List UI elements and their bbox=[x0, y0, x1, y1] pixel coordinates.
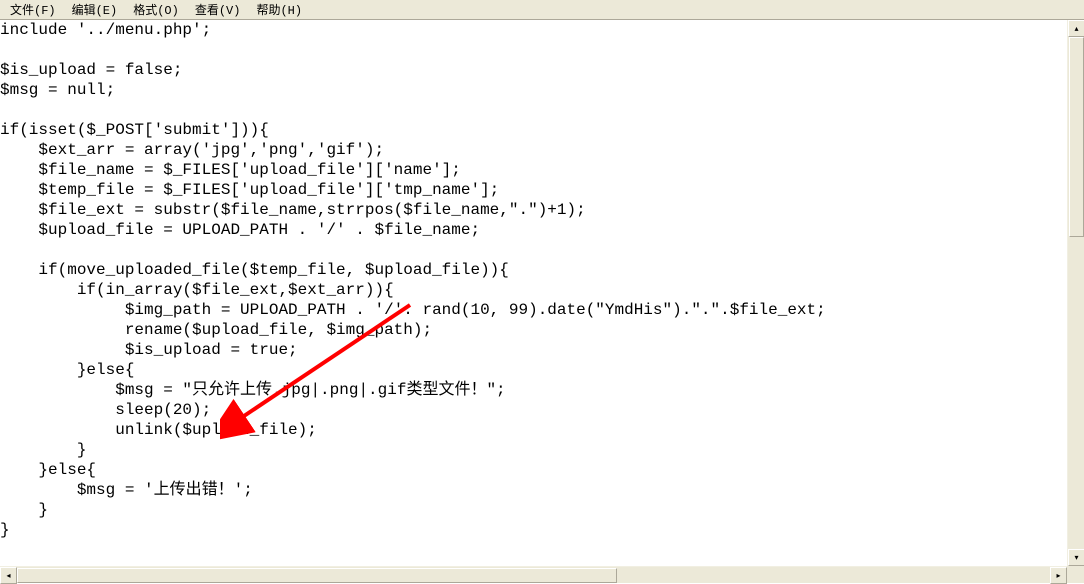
code-content[interactable]: include '../menu.php'; $is_upload = fals… bbox=[0, 20, 826, 540]
code-line: $file_ext = substr($file_name,strrpos($f… bbox=[0, 201, 586, 219]
horizontal-scroll-thumb[interactable] bbox=[17, 568, 617, 583]
code-line: } bbox=[0, 441, 86, 459]
menubar: 文件(F) 编辑(E) 格式(O) 查看(V) 帮助(H) bbox=[0, 0, 1084, 20]
code-line: $is_upload = true; bbox=[0, 341, 298, 359]
code-line: }else{ bbox=[0, 461, 96, 479]
code-line: if(isset($_POST['submit'])){ bbox=[0, 121, 269, 139]
code-line: $upload_file = UPLOAD_PATH . '/' . $file… bbox=[0, 221, 480, 239]
code-line: sleep(20); bbox=[0, 401, 211, 419]
menu-format[interactable]: 格式(O) bbox=[125, 0, 187, 20]
code-line: $msg = "只允许上传.jpg|.png|.gif类型文件！"; bbox=[0, 381, 506, 399]
code-line: if(move_uploaded_file($temp_file, $uploa… bbox=[0, 261, 509, 279]
code-line: $msg = null; bbox=[0, 81, 115, 99]
code-line: $img_path = UPLOAD_PATH . '/'. rand(10, … bbox=[0, 301, 826, 319]
code-line: } bbox=[0, 521, 10, 539]
code-line: include '../menu.php'; bbox=[0, 21, 211, 39]
chevron-down-icon: ▾ bbox=[1074, 553, 1078, 563]
code-line: if(in_array($file_ext,$ext_arr)){ bbox=[0, 281, 394, 299]
scroll-right-button[interactable]: ▸ bbox=[1050, 567, 1067, 584]
chevron-up-icon: ▴ bbox=[1074, 24, 1078, 34]
editor-area[interactable]: include '../menu.php'; $is_upload = fals… bbox=[0, 20, 1084, 566]
vertical-scrollbar[interactable]: ▴ ▾ bbox=[1067, 20, 1084, 566]
code-line: }else{ bbox=[0, 361, 134, 379]
scroll-up-button[interactable]: ▴ bbox=[1068, 20, 1084, 37]
code-line: $file_name = $_FILES['upload_file']['nam… bbox=[0, 161, 461, 179]
code-line: $ext_arr = array('jpg','png','gif'); bbox=[0, 141, 384, 159]
menu-help[interactable]: 帮助(H) bbox=[248, 0, 310, 20]
chevron-left-icon: ◂ bbox=[6, 571, 10, 581]
code-line: $is_upload = false; bbox=[0, 61, 182, 79]
scroll-down-button[interactable]: ▾ bbox=[1068, 549, 1084, 566]
horizontal-scrollbar[interactable]: ◂ ▸ bbox=[0, 566, 1067, 583]
vertical-scroll-thumb[interactable] bbox=[1069, 37, 1084, 237]
code-line: $msg = '上传出错！'; bbox=[0, 481, 253, 499]
menu-file[interactable]: 文件(F) bbox=[2, 0, 64, 20]
code-line: rename($upload_file, $img_path); bbox=[0, 321, 432, 339]
code-line: $temp_file = $_FILES['upload_file']['tmp… bbox=[0, 181, 499, 199]
code-line: unlink($upload_file); bbox=[0, 421, 317, 439]
chevron-right-icon: ▸ bbox=[1056, 571, 1060, 581]
code-line: } bbox=[0, 501, 48, 519]
scroll-left-button[interactable]: ◂ bbox=[0, 567, 17, 584]
scrollbar-corner bbox=[1067, 566, 1084, 583]
menu-view[interactable]: 查看(V) bbox=[187, 0, 249, 20]
menu-edit[interactable]: 编辑(E) bbox=[64, 0, 126, 20]
